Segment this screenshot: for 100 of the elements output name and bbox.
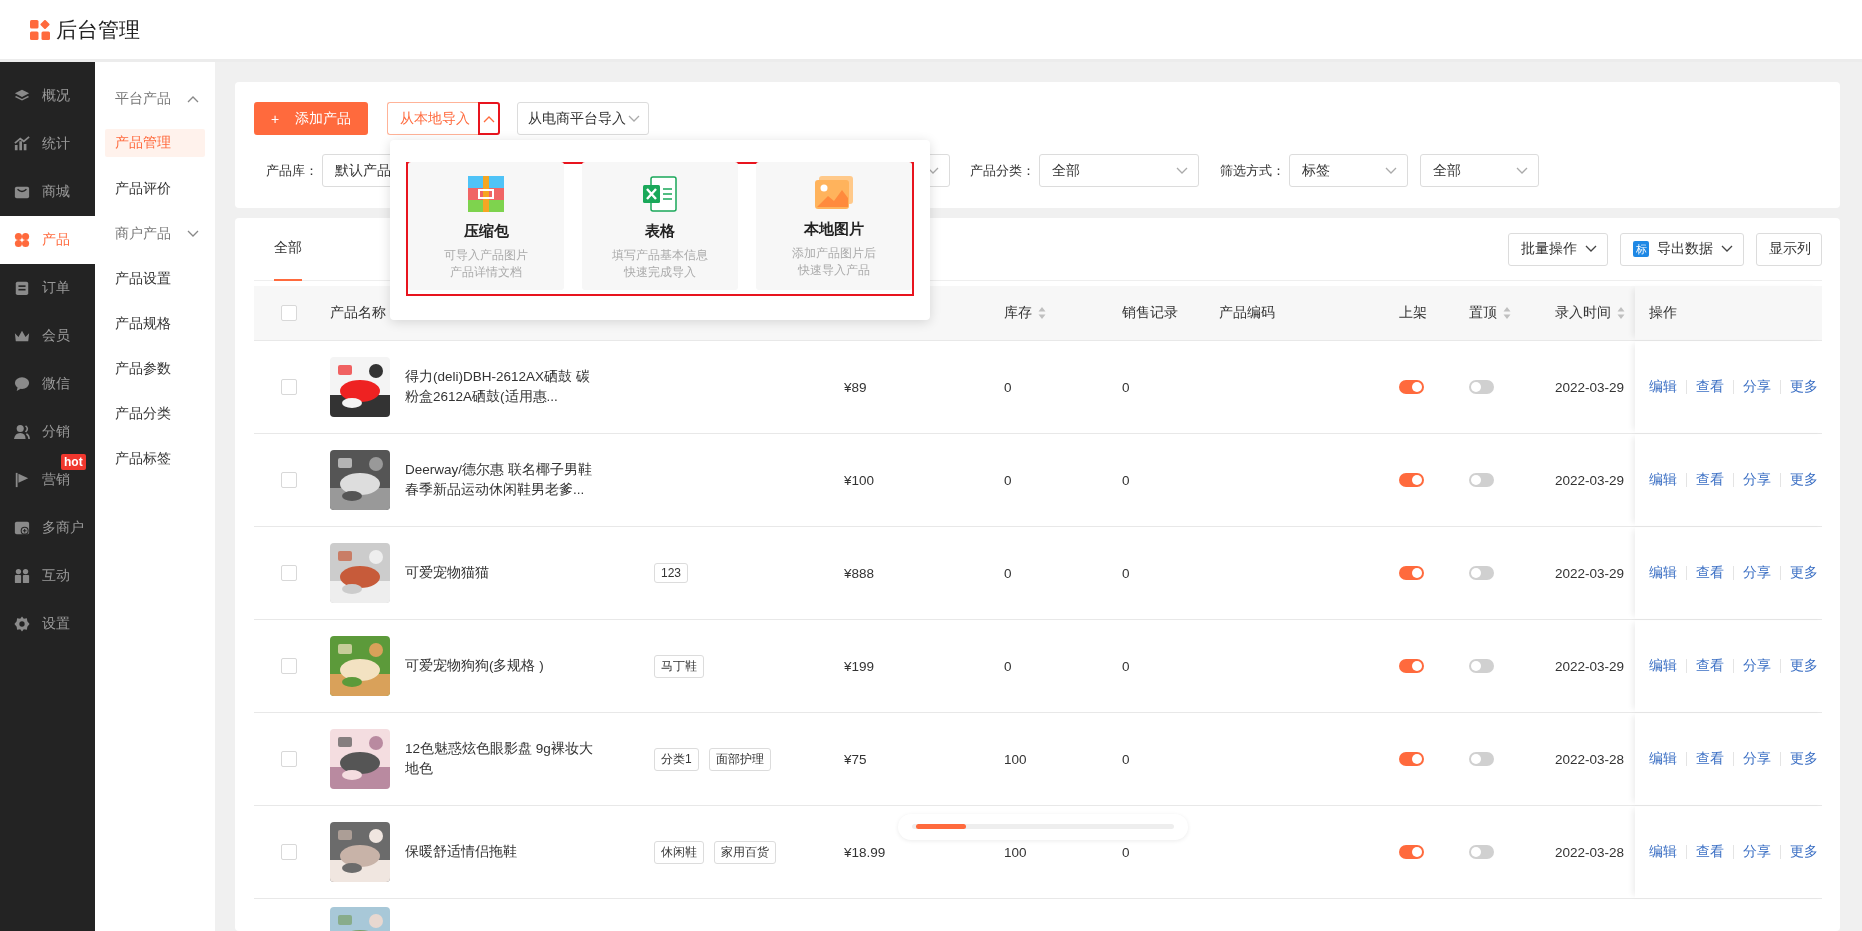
- date-text: 2022-03-28: [1555, 751, 1625, 767]
- select-field[interactable]: 全部: [1420, 154, 1539, 187]
- price-text: ¥75: [844, 751, 867, 767]
- price-text: ¥89: [844, 379, 867, 395]
- nav-item[interactable]: 商城: [0, 168, 95, 216]
- dropdown-toggle[interactable]: [478, 102, 501, 135]
- nav-item[interactable]: 设置: [0, 600, 95, 648]
- action-link[interactable]: 更多: [1780, 473, 1827, 487]
- toggle-switch[interactable]: [1469, 845, 1494, 859]
- chevron-down-icon: [1385, 166, 1397, 175]
- action-link[interactable]: 查看: [1686, 473, 1733, 487]
- nav-item[interactable]: 多商户: [0, 504, 95, 552]
- option-description: 添加产品图片后: [792, 246, 876, 261]
- submenu-item[interactable]: 产品设置: [105, 256, 205, 301]
- sort-icon[interactable]: [1617, 306, 1625, 320]
- add-product-button[interactable]: + 添加产品: [254, 102, 369, 135]
- action-link[interactable]: 查看: [1686, 566, 1733, 580]
- nav-item[interactable]: 产品: [0, 216, 95, 264]
- toggle-switch[interactable]: [1469, 659, 1494, 673]
- submenu-item[interactable]: 产品标签: [105, 436, 205, 481]
- action-link[interactable]: 编辑: [1649, 659, 1686, 673]
- action-link[interactable]: 分享: [1733, 380, 1780, 394]
- toggle-switch[interactable]: [1469, 566, 1494, 580]
- action-link[interactable]: 查看: [1686, 845, 1733, 859]
- toggle-switch[interactable]: [1469, 380, 1494, 394]
- menu-group[interactable]: 平台产品: [105, 76, 205, 121]
- store-icon: [14, 520, 30, 536]
- action-link[interactable]: 分享: [1733, 752, 1780, 766]
- checkbox[interactable]: [281, 565, 297, 581]
- action-link[interactable]: 分享: [1733, 566, 1780, 580]
- select-field[interactable]: 全部: [1039, 154, 1199, 187]
- submenu-item[interactable]: 产品分类: [105, 391, 205, 436]
- sales-text: 0: [1122, 472, 1130, 488]
- action-link[interactable]: 查看: [1686, 752, 1733, 766]
- checkbox[interactable]: [281, 472, 297, 488]
- nav-item[interactable]: 统计: [0, 120, 95, 168]
- toggle-switch[interactable]: [1399, 380, 1424, 394]
- sort-icon[interactable]: [1503, 306, 1511, 320]
- checkbox[interactable]: [281, 844, 297, 860]
- action-link[interactable]: 更多: [1780, 845, 1827, 859]
- action-link[interactable]: 编辑: [1649, 566, 1686, 580]
- batch-menu-button[interactable]: 批量操作: [1508, 232, 1608, 266]
- scrollbar[interactable]: [912, 824, 1174, 829]
- product-name: 可爱宠物猫猫: [405, 564, 490, 582]
- toggle-switch[interactable]: [1469, 473, 1494, 487]
- action-link[interactable]: 更多: [1780, 380, 1827, 394]
- action-link[interactable]: 分享: [1733, 845, 1780, 859]
- import-option[interactable]: 压缩包 可导入产品图片 产品详情文档: [408, 162, 564, 290]
- nav-item[interactable]: 订单: [0, 264, 95, 312]
- nav-item[interactable]: 分销: [0, 408, 95, 456]
- submenu-item[interactable]: 产品参数: [105, 346, 205, 391]
- nav-item[interactable]: 概况: [0, 72, 95, 120]
- action-link[interactable]: 分享: [1733, 659, 1780, 673]
- tab[interactable]: 全部: [274, 218, 302, 281]
- action-link[interactable]: 编辑: [1649, 752, 1686, 766]
- nav-item[interactable]: 微信: [0, 360, 95, 408]
- sort-icon[interactable]: [1038, 306, 1046, 320]
- action-link[interactable]: 编辑: [1649, 380, 1686, 394]
- export-button[interactable]: 标 导出数据: [1620, 232, 1744, 266]
- column-header: 产品名称: [330, 304, 386, 322]
- import-button[interactable]: 从本地导入: [387, 102, 479, 135]
- nav-item[interactable]: 互动: [0, 552, 95, 600]
- app-title: 后台管理: [56, 16, 140, 43]
- import-option[interactable]: 表格 填写产品基本信息 快速完成导入: [582, 162, 738, 290]
- action-link[interactable]: 查看: [1686, 659, 1733, 673]
- toggle-switch[interactable]: [1399, 845, 1424, 859]
- sales-text: 0: [1122, 658, 1130, 674]
- option-title: 本地图片: [804, 220, 864, 239]
- toggle-switch[interactable]: [1399, 752, 1424, 766]
- option-description: 可导入产品图片: [444, 248, 528, 263]
- toggle-switch[interactable]: [1469, 752, 1494, 766]
- action-link[interactable]: 更多: [1780, 659, 1827, 673]
- menu-group[interactable]: 商户产品: [105, 211, 205, 256]
- submenu-item[interactable]: 产品规格: [105, 301, 205, 346]
- date-text: 2022-03-28: [1555, 844, 1625, 860]
- action-link[interactable]: 更多: [1780, 566, 1827, 580]
- select-field[interactable]: 标签: [1289, 154, 1408, 187]
- action-link[interactable]: 编辑: [1649, 473, 1686, 487]
- checkbox[interactable]: [281, 379, 297, 395]
- toggle-switch[interactable]: [1399, 473, 1424, 487]
- action-link[interactable]: 分享: [1733, 473, 1780, 487]
- columns-button[interactable]: 显示列: [1756, 232, 1822, 266]
- platform-import-button[interactable]: 从电商平台导入: [517, 102, 650, 135]
- checkbox[interactable]: [281, 305, 297, 321]
- toggle-switch[interactable]: [1399, 566, 1424, 580]
- product-name: 可爱宠物狗狗(多规格 ): [405, 657, 545, 675]
- action-link[interactable]: 查看: [1686, 380, 1733, 394]
- checkbox[interactable]: [281, 658, 297, 674]
- import-option[interactable]: 本地图片 添加产品图片后 快速导入产品: [756, 162, 912, 290]
- stock-text: 0: [1004, 379, 1012, 395]
- nav-item[interactable]: hot 营销: [0, 456, 95, 504]
- tag: 休闲鞋: [654, 840, 704, 864]
- nav-item[interactable]: 会员: [0, 312, 95, 360]
- submenu-item[interactable]: 产品评价: [105, 166, 205, 211]
- toggle-switch[interactable]: [1399, 659, 1424, 673]
- action-link[interactable]: 编辑: [1649, 845, 1686, 859]
- action-link[interactable]: 更多: [1780, 752, 1827, 766]
- price-text: ¥888: [844, 565, 875, 581]
- chevron-down-icon: [1585, 245, 1597, 253]
- checkbox[interactable]: [281, 751, 297, 767]
